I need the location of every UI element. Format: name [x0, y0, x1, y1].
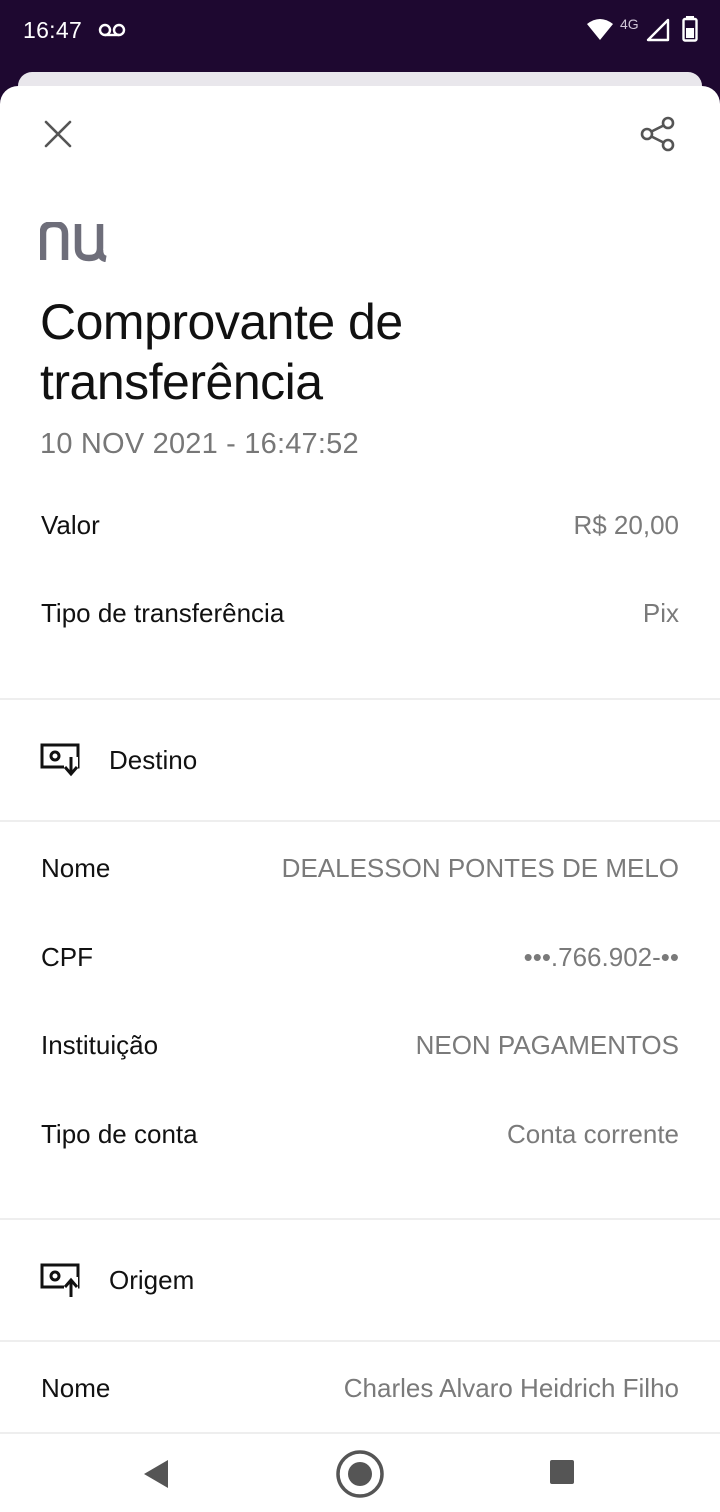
- divider: [0, 820, 720, 822]
- nubank-logo: [40, 222, 107, 262]
- section-header-destino: Destino: [0, 731, 720, 791]
- detail-row-nome-origem: Nome Charles Alvaro Heidrich Filho: [0, 1363, 720, 1413]
- detail-value: Pix: [642, 598, 679, 628]
- divider: [0, 1218, 720, 1220]
- detail-value: •••.766.902-••: [523, 942, 679, 972]
- detail-label: Valor: [41, 510, 100, 540]
- detail-row-tipo-conta: Tipo de conta Conta corrente: [0, 1109, 720, 1159]
- detail-label: Nome: [41, 853, 111, 883]
- recents-icon[interactable]: [546, 1456, 578, 1488]
- divider: [0, 1340, 720, 1342]
- section-title: Origem: [109, 1265, 195, 1295]
- detail-value: R$ 20,00: [573, 510, 679, 540]
- detail-value: DEALESSON PONTES DE MELO: [281, 853, 679, 883]
- detail-row-valor: Valor R$ 20,00: [0, 500, 720, 550]
- detail-label: Tipo de conta: [41, 1119, 198, 1149]
- detail-value: Conta corrente: [507, 1119, 679, 1149]
- voicemail-icon: [98, 23, 126, 37]
- network-type-label: 4G: [620, 16, 639, 32]
- detail-label: Nome: [41, 1373, 111, 1403]
- detail-row-cpf: CPF •••.766.902-••: [0, 932, 720, 982]
- detail-label: Instituição: [41, 1030, 159, 1060]
- home-icon[interactable]: [334, 1448, 386, 1500]
- navigation-bar: [0, 1432, 720, 1512]
- status-bar: 16:47 4G: [0, 0, 720, 62]
- detail-row-instituicao: Instituição NEON PAGAMENTOS: [0, 1020, 720, 1070]
- share-icon: [640, 116, 675, 152]
- divider: [0, 698, 720, 700]
- battery-icon: [682, 16, 698, 42]
- detail-value: Charles Alvaro Heidrich Filho: [343, 1373, 679, 1403]
- money-in-icon: [40, 743, 80, 777]
- detail-label: Tipo de transferência: [41, 598, 285, 628]
- page-title: Comprovante de transferência: [40, 294, 403, 410]
- receipt-sheet: Comprovante de transferência 10 NOV 2021…: [0, 86, 720, 1432]
- share-button[interactable]: [636, 112, 680, 156]
- cell-signal-icon: [646, 18, 670, 42]
- detail-value: NEON PAGAMENTOS: [415, 1030, 679, 1060]
- back-icon[interactable]: [138, 1454, 178, 1494]
- status-time: 16:47: [23, 17, 83, 43]
- detail-label: CPF: [41, 942, 93, 972]
- detail-row-tipo-transferencia: Tipo de transferência Pix: [0, 588, 720, 638]
- receipt-datetime: 10 NOV 2021 - 16:47:52: [40, 428, 359, 460]
- wifi-icon: [587, 19, 613, 40]
- close-icon: [44, 120, 72, 148]
- detail-row-nome-destino: Nome DEALESSON PONTES DE MELO: [0, 843, 720, 893]
- divider: [0, 1432, 720, 1434]
- close-button[interactable]: [36, 112, 80, 156]
- section-header-origem: Origem: [0, 1251, 720, 1311]
- section-title: Destino: [109, 745, 198, 775]
- money-out-icon: [40, 1263, 80, 1297]
